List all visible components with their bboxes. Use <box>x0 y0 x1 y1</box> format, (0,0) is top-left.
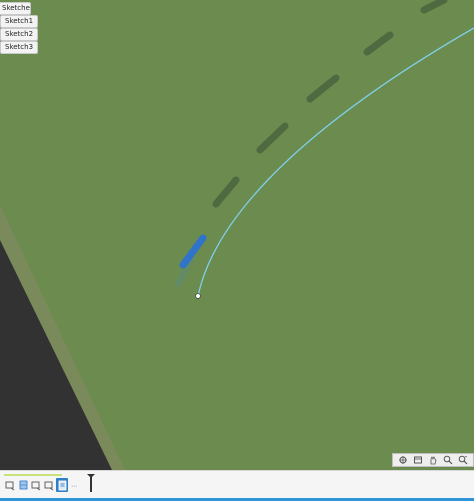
fit-icon[interactable] <box>455 454 470 466</box>
browser-folder-sketches[interactable]: Sketches <box>0 2 31 15</box>
svg-text:⋯: ⋯ <box>71 483 77 490</box>
orbit-icon[interactable] <box>395 454 410 466</box>
look-at-icon[interactable] <box>410 454 425 466</box>
extrude-icon[interactable] <box>17 478 29 492</box>
zoom-icon[interactable] <box>440 454 455 466</box>
sketch-icon[interactable] <box>43 478 55 492</box>
timeline-items: ⋯ <box>4 474 81 496</box>
path-start-point[interactable] <box>195 293 201 299</box>
sketch-icon[interactable] <box>30 478 42 492</box>
browser-item-sketch3[interactable]: Sketch3 <box>0 41 39 54</box>
graphics-viewport[interactable] <box>0 0 474 470</box>
navigation-toolbar <box>392 453 474 467</box>
browser-item-sketch1[interactable]: Sketch1 <box>0 15 39 28</box>
sketch-icon[interactable] <box>4 478 16 492</box>
timeline-marker[interactable] <box>90 476 92 492</box>
path-shadow <box>212 0 448 208</box>
more-options-icon[interactable]: ⋯ <box>69 478 81 492</box>
pan-icon[interactable] <box>425 454 440 466</box>
browser-item-sketch2[interactable]: Sketch2 <box>0 28 39 41</box>
timeline-bar: ⋯ <box>0 470 474 501</box>
sweep-icon[interactable] <box>56 478 68 492</box>
model-canvas[interactable] <box>0 0 474 470</box>
body-dark-face <box>0 240 112 470</box>
sweep-path-line[interactable] <box>197 27 474 297</box>
